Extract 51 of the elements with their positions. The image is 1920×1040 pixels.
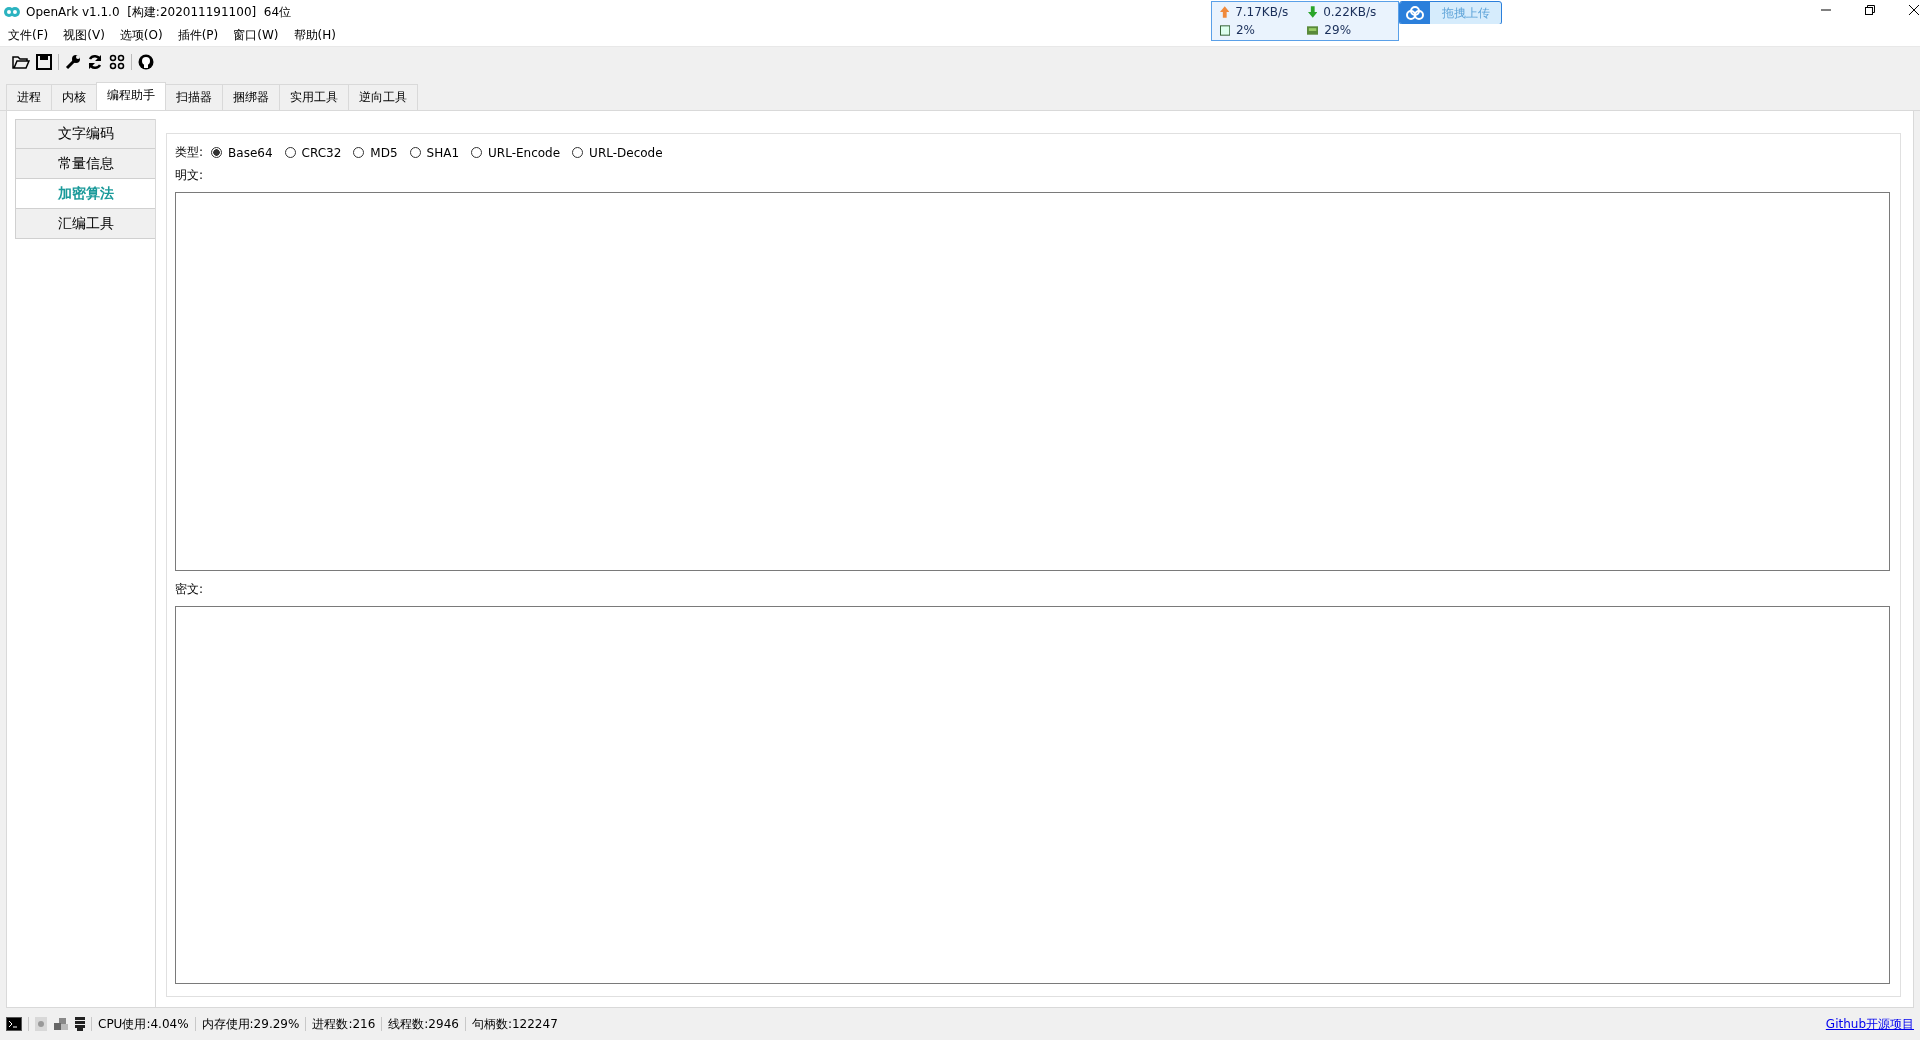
upload-arrow-icon [1219, 6, 1230, 18]
sidebar-item[interactable]: 文字编码 [15, 119, 155, 149]
status-text: 进程数:216 [312, 1015, 376, 1033]
plaintext-label: 明文: [175, 167, 204, 184]
close-icon[interactable] [1908, 4, 1920, 16]
save-icon[interactable] [36, 53, 52, 70]
window-title: OpenArk v1.1.0 [构建:202011191100] 64位 [25, 4, 292, 21]
cpu-chip-icon [1219, 24, 1230, 36]
menu-item[interactable]: 视图(V) [63, 26, 105, 44]
upload-speed: 7.17KB/s [1235, 5, 1290, 19]
download-speed: 0.22KB/s [1323, 5, 1378, 19]
status-text: 线程数:2946 [388, 1015, 459, 1033]
cpu-usage: 2% [1235, 23, 1256, 37]
status-text: CPU使用:4.04% [98, 1015, 189, 1033]
download-arrow-icon [1307, 6, 1318, 18]
radio-option[interactable]: SHA1 [409, 145, 460, 160]
menu-item[interactable]: 文件(F) [8, 26, 49, 44]
menu-item[interactable]: 插件(P) [177, 26, 219, 44]
stack-icon[interactable] [75, 1017, 85, 1031]
restore-icon[interactable] [1864, 4, 1877, 16]
cubes-icon[interactable] [53, 1017, 69, 1031]
radio-option[interactable]: Base64 [211, 145, 273, 160]
tab[interactable]: 逆向工具 [348, 84, 418, 110]
round-badge-icon[interactable] [138, 53, 154, 70]
sidebar-item[interactable]: 常量信息 [15, 149, 155, 179]
plaintext-field[interactable] [175, 192, 1890, 571]
status-text: 内存使用:29.29% [201, 1015, 300, 1033]
open-folder-icon[interactable] [12, 53, 30, 70]
app-logo-icon [4, 7, 20, 17]
radio-button[interactable] [211, 147, 223, 158]
tab[interactable]: 进程 [6, 84, 52, 110]
status-text: 句柄数:122247 [471, 1015, 558, 1033]
console-icon[interactable] [6, 1017, 22, 1031]
radio-option[interactable]: CRC32 [284, 145, 342, 160]
menu-item[interactable]: 选项(O) [119, 26, 163, 44]
type-label: 类型: [175, 144, 204, 161]
memory-module-icon [1307, 25, 1319, 35]
radio-option[interactable]: URL-Decode [572, 145, 663, 160]
grid-icon[interactable] [109, 53, 125, 70]
sidebar-item[interactable]: 汇编工具 [15, 209, 155, 239]
tab[interactable]: 编程助手 [96, 82, 166, 110]
ciphertext-field[interactable] [175, 605, 1890, 984]
radio-option[interactable]: URL-Encode [471, 145, 561, 160]
memory-usage: 29% [1324, 23, 1353, 37]
menu-item[interactable]: 帮助(H) [293, 26, 336, 44]
ciphertext-label: 密文: [175, 580, 204, 598]
menu-item[interactable]: 窗口(W) [233, 26, 279, 44]
github-link[interactable]: Github开源项目 [1825, 1015, 1914, 1033]
radio-option[interactable]: MD5 [353, 145, 398, 160]
wrench-icon[interactable] [65, 53, 81, 70]
refresh-icon[interactable] [87, 53, 103, 70]
